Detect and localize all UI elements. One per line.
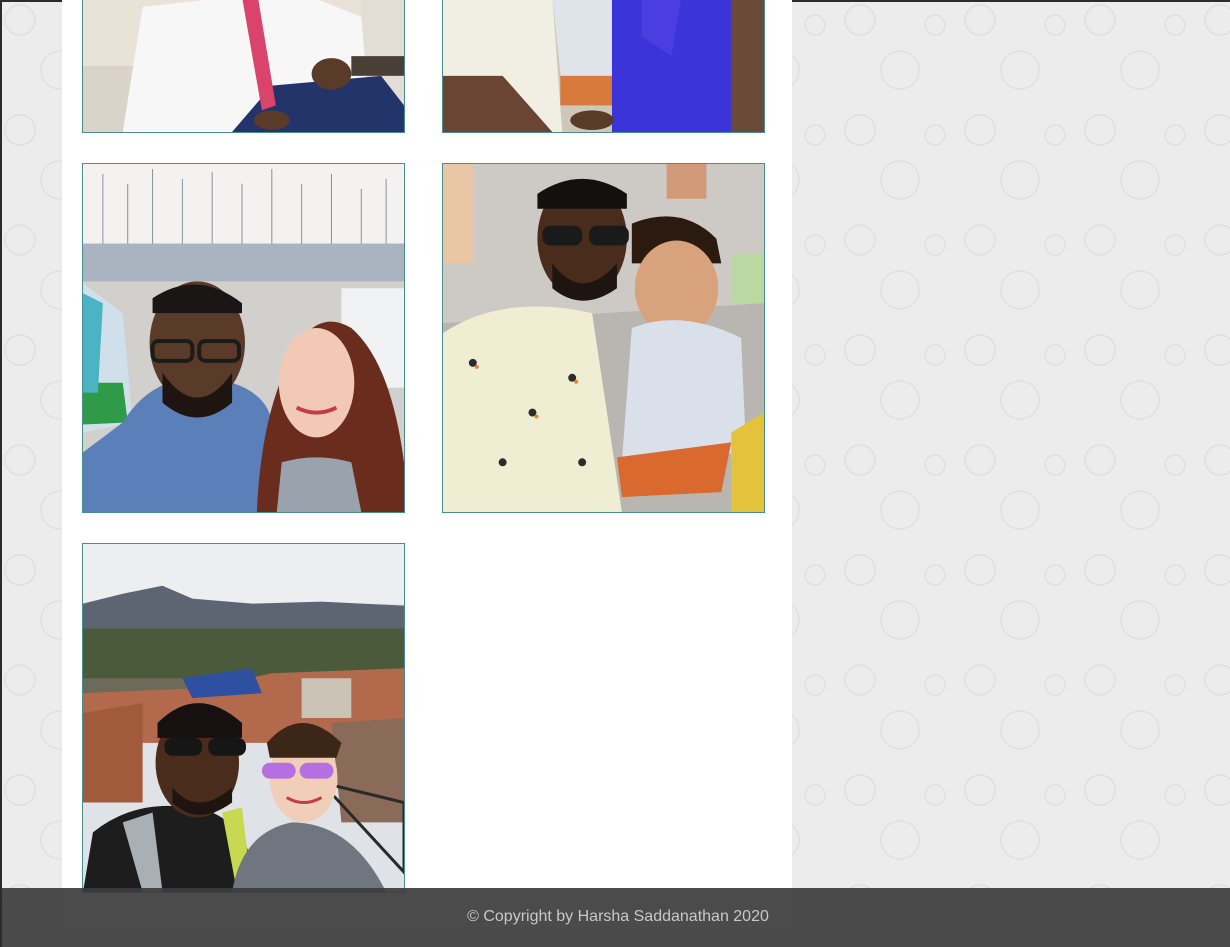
photo-image (83, 164, 404, 512)
photo-image (443, 164, 764, 512)
gallery-photo[interactable] (82, 543, 405, 893)
gallery-photo[interactable] (82, 163, 405, 513)
gallery-photo[interactable] (82, 0, 405, 133)
window-left-edge (0, 0, 2, 947)
photo-image (83, 0, 404, 132)
photo-image (443, 0, 764, 132)
gallery-photo[interactable] (442, 0, 765, 133)
gallery-content (62, 0, 792, 927)
photo-image (83, 544, 404, 892)
copyright-text: © Copyright by Harsha Saddanathan 2020 (467, 908, 769, 925)
gallery-photo[interactable] (442, 163, 765, 513)
footer: © Copyright by Harsha Saddanathan 2020 (2, 888, 1230, 947)
